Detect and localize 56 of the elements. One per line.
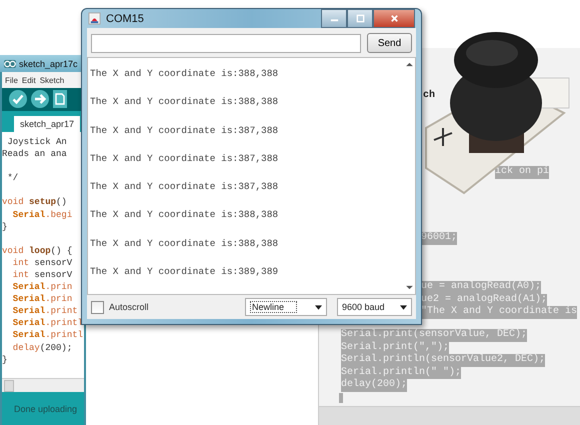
close-icon (390, 14, 398, 23)
autoscroll-checkbox[interactable] (91, 300, 104, 314)
scroll-down-icon[interactable] (406, 285, 412, 290)
menu-item[interactable]: File (5, 76, 18, 84)
upload-icon[interactable] (31, 90, 49, 108)
caret-icon (400, 304, 407, 310)
maximize-icon (356, 14, 364, 23)
code-line: void setup() (2, 196, 68, 208)
window-title: COM15 (106, 12, 144, 24)
code-line: Serial.prin (12, 293, 74, 306)
output-line: The X and Y coordinate is:388,388 (89, 238, 280, 251)
caret-icon (315, 304, 322, 310)
sketch-tab[interactable]: sketch_apr17 (14, 116, 80, 132)
maximize-button[interactable] (347, 9, 373, 28)
verify-icon[interactable] (9, 90, 27, 108)
baud-rate-value: 9600 baud (342, 302, 386, 312)
line-ending-value: Newline (250, 301, 298, 314)
autoscroll-label: Autoscroll (109, 302, 149, 312)
code-line: } (2, 220, 8, 233)
code-line: Serial.printl (12, 317, 84, 330)
new-file-icon[interactable] (53, 90, 67, 108)
output-line: The X and Y coordinate is:388,388 (89, 96, 280, 110)
code-line: Serial.print (12, 305, 79, 318)
output-line: The X and Y coordinate is:388,388 (89, 209, 280, 222)
code-line: Serial.printl (12, 329, 84, 342)
baud-rate-dropdown[interactable]: 9600 baud (337, 298, 412, 316)
code-line: */ (6, 172, 20, 184)
window-title: sketch_apr17c (19, 58, 78, 69)
code-line: int sensorV (12, 268, 74, 282)
text-cursor (339, 393, 343, 403)
code-line: Reads an ana (2, 148, 68, 160)
menu-item[interactable]: Edit (22, 76, 36, 84)
close-button[interactable] (373, 9, 415, 28)
output-line: The X and Y coordinate is:387,388 (89, 152, 280, 166)
selected-code-line: ch (423, 90, 436, 102)
code-line: Serial.begi (12, 208, 74, 221)
menu-item[interactable]: Sketch (40, 76, 64, 84)
code-line: int sensorV (12, 256, 74, 269)
output-line: The X and Y coordinate is:388,388 (89, 68, 280, 81)
output-line: The X and Y coordinate is:387,388 (89, 181, 280, 194)
send-button[interactable]: Send (367, 33, 412, 53)
code-line: delay(200); (12, 342, 74, 354)
app-icon (88, 12, 101, 25)
code-line: void loop() { (2, 244, 74, 257)
code-line: Serial.prin (12, 281, 74, 294)
minimize-button[interactable] (321, 9, 347, 28)
code-line: } (2, 354, 8, 366)
horizontal-scrollbar[interactable] (2, 378, 84, 392)
line-ending-dropdown[interactable]: Newline (245, 298, 327, 316)
infinity-logo-icon (4, 60, 16, 68)
code-line: Joystick An (6, 136, 68, 148)
status-message: Done uploading (14, 404, 78, 414)
scroll-up-icon[interactable] (406, 62, 412, 67)
output-line: The X and Y coordinate is:389,389 (89, 266, 280, 280)
message-input[interactable] (91, 34, 361, 52)
output-line: The X and Y coordinate is:387,388 (89, 124, 280, 138)
